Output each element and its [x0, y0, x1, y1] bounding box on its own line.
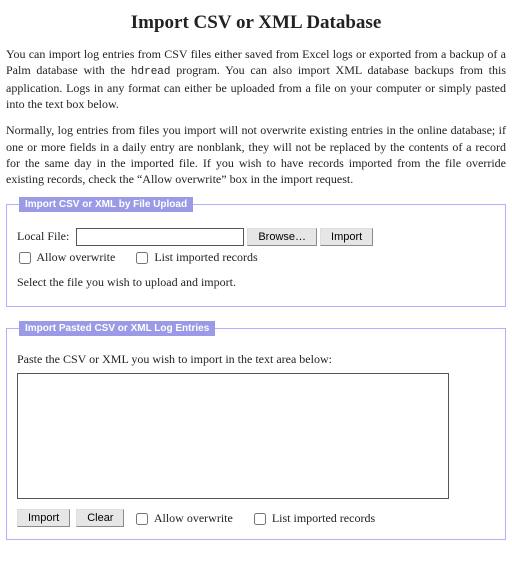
intro-paragraph-1: You can import log entries from CSV file… — [6, 46, 506, 112]
list-imported-label-upload: List imported records — [154, 250, 257, 264]
clear-button[interactable]: Clear — [76, 509, 124, 527]
page-title: Import CSV or XML Database — [6, 12, 506, 34]
allow-overwrite-label-paste: Allow overwrite — [154, 511, 233, 525]
allow-overwrite-label-upload: Allow overwrite — [36, 250, 115, 264]
import-paste-button[interactable]: Import — [17, 509, 70, 527]
allow-overwrite-checkbox-paste[interactable] — [136, 513, 148, 525]
list-imported-checkbox-paste[interactable] — [254, 513, 266, 525]
paste-bottom-row: Import Clear Allow overwrite List import… — [17, 509, 495, 527]
paste-instruction: Paste the CSV or XML you wish to import … — [17, 352, 495, 367]
local-file-input[interactable] — [76, 228, 244, 246]
file-upload-fieldset: Import CSV or XML by File Upload Local F… — [6, 197, 506, 307]
import-upload-button[interactable]: Import — [320, 228, 373, 246]
intro-paragraph-2: Normally, log entries from files you imp… — [6, 122, 506, 187]
allow-overwrite-checkbox-upload[interactable] — [19, 252, 31, 264]
upload-options-row: Allow overwrite List imported records — [17, 250, 495, 265]
browse-button[interactable]: Browse… — [247, 228, 317, 246]
list-imported-label-paste: List imported records — [272, 511, 375, 525]
upload-hint: Select the file you wish to upload and i… — [17, 275, 495, 290]
file-row: Local File: Browse… Import — [17, 228, 495, 246]
paste-fieldset: Import Pasted CSV or XML Log Entries Pas… — [6, 321, 506, 540]
paste-legend: Import Pasted CSV or XML Log Entries — [19, 321, 215, 336]
list-imported-checkbox-upload[interactable] — [136, 252, 148, 264]
local-file-label: Local File: — [17, 229, 69, 243]
file-upload-legend: Import CSV or XML by File Upload — [19, 197, 193, 212]
hdread-code: hdread — [131, 66, 171, 78]
paste-textarea[interactable] — [17, 373, 449, 499]
